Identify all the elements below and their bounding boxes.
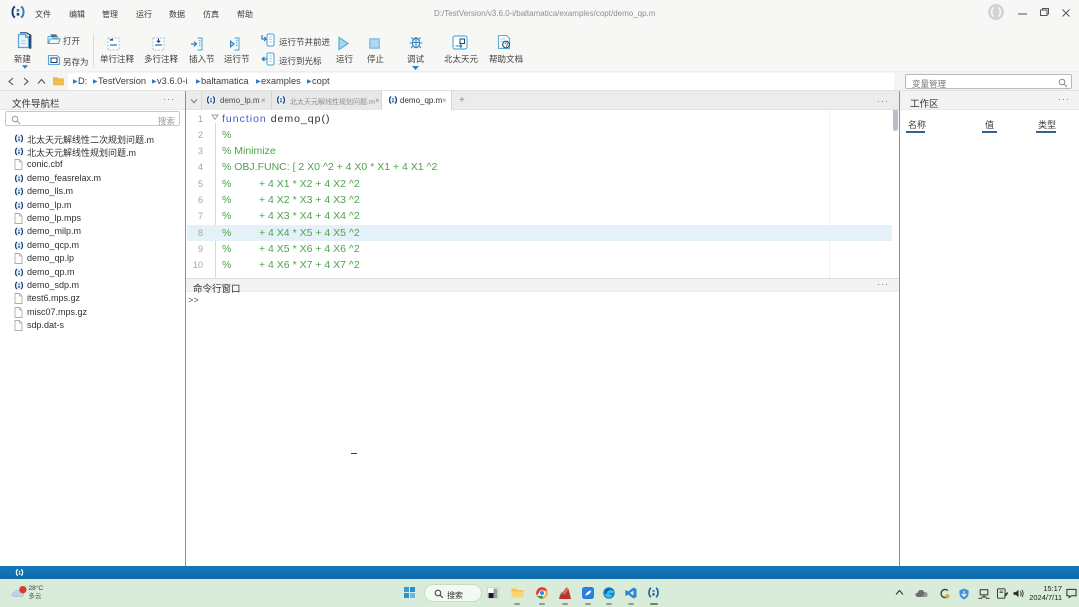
svg-text:?: ?: [505, 42, 509, 49]
